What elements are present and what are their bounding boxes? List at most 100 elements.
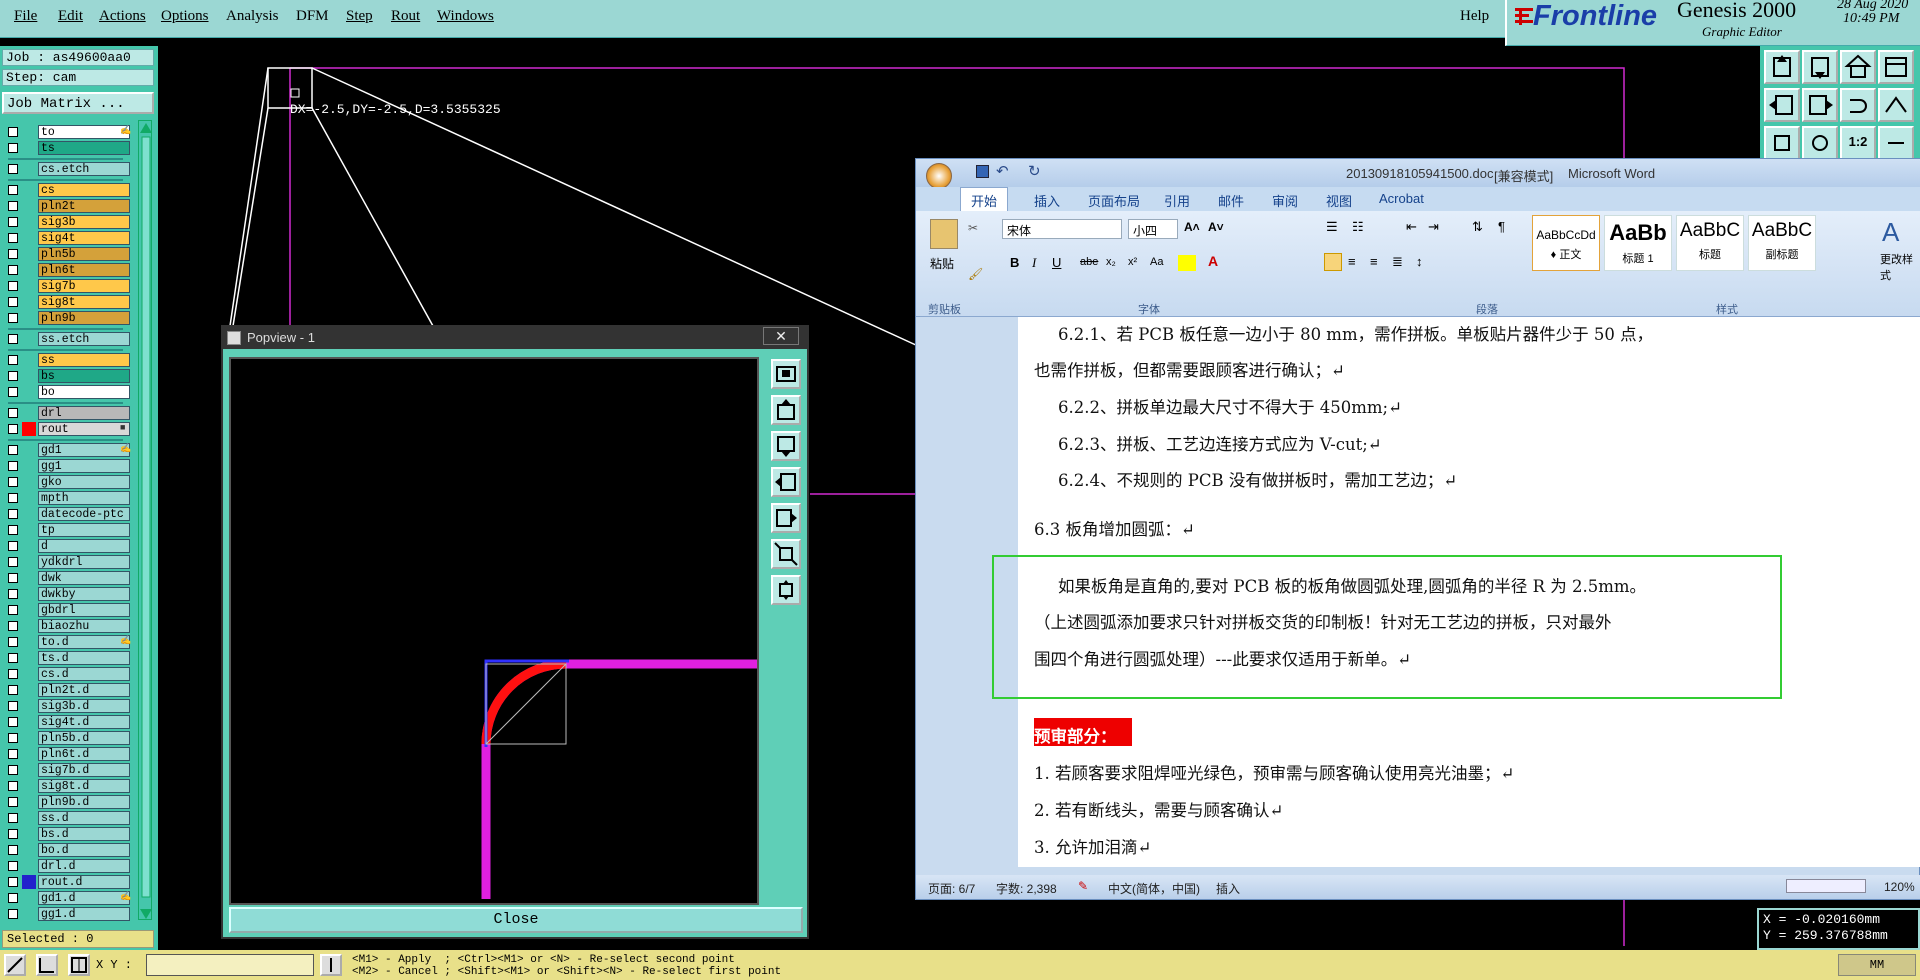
job-matrix-button[interactable]: Job Matrix ... xyxy=(2,92,154,114)
layer-row[interactable]: pln5b xyxy=(8,247,130,262)
layer-row[interactable]: bs.d xyxy=(8,827,130,842)
bullets-icon[interactable]: ☰ xyxy=(1326,219,1338,235)
zoom-ratio-icon[interactable]: 1:2 xyxy=(1840,126,1876,160)
layer-checkbox[interactable] xyxy=(8,861,18,871)
view-buttons[interactable] xyxy=(1786,879,1866,893)
status-zoom[interactable]: 120% xyxy=(1884,880,1915,894)
layer-name[interactable]: dwk xyxy=(38,571,130,585)
font-color-icon[interactable]: A xyxy=(1208,253,1218,269)
layer-checkbox[interactable] xyxy=(8,701,18,711)
layer-name[interactable]: pln5b xyxy=(38,247,130,261)
layer-row[interactable]: mpth xyxy=(8,491,130,506)
layer-checkbox[interactable] xyxy=(8,557,18,567)
layer-name[interactable]: dwkby xyxy=(38,587,130,601)
menu-analysis[interactable]: Analysis xyxy=(226,8,279,25)
layer-name[interactable]: sig3b.d xyxy=(38,699,130,713)
grow-font-icon[interactable]: A˄ xyxy=(1184,220,1200,234)
layer-row[interactable]: pln9b.d xyxy=(8,795,130,810)
layer-checkbox[interactable] xyxy=(8,541,18,551)
layer-checkbox[interactable] xyxy=(8,217,18,227)
menu-windows[interactable]: Windows xyxy=(437,8,494,25)
layer-checkbox[interactable] xyxy=(8,877,18,887)
change-case-icon[interactable]: Aa xyxy=(1150,256,1163,268)
layer-checkbox[interactable] xyxy=(8,233,18,243)
layer-name[interactable]: drl.d xyxy=(38,859,130,873)
zoom-out-icon[interactable] xyxy=(1878,126,1914,160)
pan-left-icon[interactable] xyxy=(1764,88,1800,122)
style-item[interactable]: AaBbC 标题 xyxy=(1676,215,1744,271)
layer-row[interactable]: sig3b.d xyxy=(8,699,130,714)
layer-row[interactable]: sig8t xyxy=(8,295,130,310)
style-item[interactable]: AaBbCcDd ♦ 正文 xyxy=(1532,215,1600,271)
layer-name[interactable]: biaozhu xyxy=(38,619,130,633)
tab-acrobat[interactable]: Acrobat xyxy=(1379,191,1424,206)
layer-name[interactable]: tp xyxy=(38,523,130,537)
layer-row[interactable]: sig4t.d xyxy=(8,715,130,730)
layer-row[interactable]: bo xyxy=(8,385,130,400)
layer-name[interactable]: drl xyxy=(38,406,130,420)
layer-row[interactable]: datecode-ptc xyxy=(8,507,130,522)
layer-row[interactable]: ydkdrl xyxy=(8,555,130,570)
layer-name[interactable]: ydkdrl xyxy=(38,555,130,569)
layer-checkbox[interactable] xyxy=(8,143,18,153)
tab-view[interactable]: 视图 xyxy=(1326,191,1352,210)
layer-checkbox[interactable] xyxy=(8,201,18,211)
layer-row[interactable]: biaozhu xyxy=(8,619,130,634)
layer-row[interactable]: gbdrl xyxy=(8,603,130,618)
bold-icon[interactable]: B xyxy=(1010,255,1019,270)
layer-name[interactable]: to.d xyxy=(38,635,130,649)
layer-name[interactable]: sig7b.d xyxy=(38,763,130,777)
style-item[interactable]: AaBb 标题 1 xyxy=(1604,215,1672,271)
layer-checkbox[interactable] xyxy=(8,408,18,418)
italic-icon[interactable]: I xyxy=(1032,255,1036,271)
layer-checkbox[interactable] xyxy=(8,313,18,323)
layer-row[interactable]: sig7b xyxy=(8,279,130,294)
layer-name[interactable]: pln2t xyxy=(38,199,130,213)
layer-row[interactable]: sig7b.d xyxy=(8,763,130,778)
status-page[interactable]: 页面: 6/7 xyxy=(928,880,975,897)
units-indicator[interactable]: MM xyxy=(1838,954,1916,976)
layer-up-icon[interactable] xyxy=(1764,50,1800,84)
layer-name[interactable]: sig4t xyxy=(38,231,130,245)
redraw-icon[interactable] xyxy=(1840,88,1876,122)
popview-close-button[interactable]: Close xyxy=(229,907,803,933)
layer-name[interactable]: ss.d xyxy=(38,811,130,825)
layer-checkbox[interactable] xyxy=(8,509,18,519)
layer-name[interactable]: pln5b.d xyxy=(38,731,130,745)
layer-row[interactable]: pln9b xyxy=(8,311,130,326)
tab-insert[interactable]: 插入 xyxy=(1034,191,1060,210)
layer-row[interactable]: dwkby xyxy=(8,587,130,602)
layer-name[interactable]: d xyxy=(38,539,130,553)
redo-icon[interactable]: ↻ xyxy=(1028,162,1041,180)
status-words[interactable]: 字数: 2,398 xyxy=(996,880,1057,897)
layer-name[interactable]: mpth xyxy=(38,491,130,505)
layer-name[interactable]: bs xyxy=(38,369,130,383)
tab-mailings[interactable]: 邮件 xyxy=(1218,191,1244,210)
paste-label[interactable]: 粘贴 xyxy=(930,255,954,272)
tab-references[interactable]: 引用 xyxy=(1164,191,1190,210)
layer-row[interactable]: ss xyxy=(8,353,130,368)
layer-checkbox[interactable] xyxy=(8,185,18,195)
layer-checkbox[interactable] xyxy=(8,493,18,503)
sort-icon[interactable]: ⇅ xyxy=(1472,219,1483,235)
layer-checkbox[interactable] xyxy=(8,733,18,743)
change-styles-label[interactable]: 更改样式 xyxy=(1880,251,1920,283)
layer-name[interactable]: pln9b xyxy=(38,311,130,325)
layer-checkbox[interactable] xyxy=(8,461,18,471)
layer-row[interactable]: ss.etch xyxy=(8,332,130,347)
layer-row[interactable]: bo.d xyxy=(8,843,130,858)
popview-pan-down-icon[interactable] xyxy=(771,431,801,461)
layer-row[interactable]: drl xyxy=(8,406,130,421)
layer-checkbox[interactable] xyxy=(8,669,18,679)
layer-name[interactable]: ts xyxy=(38,141,130,155)
layer-row[interactable]: ts xyxy=(8,141,130,156)
snap-icon[interactable] xyxy=(1878,88,1914,122)
layer-name[interactable]: rout.d xyxy=(38,875,130,889)
status-language[interactable]: 中文(简体，中国) xyxy=(1108,880,1200,897)
layer-checkbox[interactable] xyxy=(8,605,18,615)
layer-checkbox[interactable] xyxy=(8,765,18,775)
layer-name[interactable]: datecode-ptc xyxy=(38,507,130,521)
layer-row[interactable]: pln6t.d xyxy=(8,747,130,762)
layer-row[interactable]: to.d ✍ xyxy=(8,635,131,650)
font-size-select[interactable]: 小四 xyxy=(1128,219,1178,239)
